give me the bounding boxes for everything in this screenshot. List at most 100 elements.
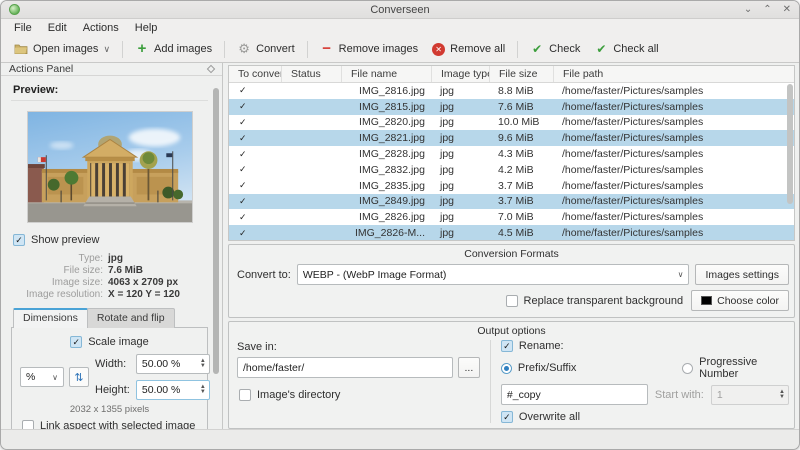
- browse-button[interactable]: ...: [457, 357, 480, 378]
- resolution-value: X = 120 Y = 120: [108, 289, 180, 300]
- reset-dimensions-button[interactable]: ⇅: [69, 367, 89, 387]
- row-file-name: IMG_2828.jpg: [359, 148, 425, 161]
- row-check-icon[interactable]: ✓: [229, 212, 281, 223]
- table-row[interactable]: ✓ IMG_2820.jpg jpg 10.0 MiB /home/faster…: [229, 115, 794, 131]
- panel-scrollbar[interactable]: [213, 88, 219, 374]
- prefix-suffix-radio[interactable]: [500, 362, 512, 374]
- remove-all-button[interactable]: ✕ Remove all: [425, 40, 512, 59]
- maximize-icon[interactable]: ⌃: [763, 4, 771, 15]
- menu-help[interactable]: Help: [128, 21, 165, 35]
- row-check-icon[interactable]: ✓: [229, 101, 281, 112]
- save-in-input[interactable]: [237, 357, 453, 378]
- row-file-path: /home/faster/Pictures/samples: [562, 195, 704, 208]
- row-check-icon[interactable]: ✓: [229, 164, 281, 175]
- row-file-path: /home/faster/Pictures/samples: [562, 211, 704, 224]
- rename-pattern-input[interactable]: [500, 384, 648, 405]
- progressive-number-radio[interactable]: [682, 362, 694, 374]
- actions-panel-body: Preview: ✓ Show preview Type: jpg File s…: [1, 76, 222, 442]
- check-button[interactable]: ✔ Check: [523, 39, 587, 59]
- format-select[interactable]: WEBP - (WebP Image Format) ∨: [296, 264, 690, 285]
- row-image-type: jpg: [440, 148, 455, 161]
- file-table: To convert Status File name Image type F…: [228, 65, 795, 241]
- table-row[interactable]: ✓ IMG_2826-M... jpg 4.5 MiB /home/faster…: [229, 225, 794, 240]
- unit-select[interactable]: % ∨: [20, 367, 64, 387]
- tab-dimensions[interactable]: Dimensions: [13, 308, 88, 328]
- panel-tabs: Dimensions Rotate and flip: [11, 308, 208, 328]
- row-image-type: jpg: [440, 116, 455, 129]
- replace-transparent-checkbox[interactable]: Replace transparent background: [505, 294, 683, 307]
- width-spinner[interactable]: 50.00 % ▲ ▼: [135, 354, 210, 374]
- height-spinner[interactable]: 50.00 % ▲ ▼: [135, 380, 210, 400]
- table-row[interactable]: ✓ IMG_2835.jpg jpg 3.7 MiB /home/faster/…: [229, 178, 794, 194]
- image-size-value: 4063 x 2709 px: [108, 277, 179, 288]
- menu-actions[interactable]: Actions: [76, 21, 126, 35]
- overwrite-all-checkbox[interactable]: ✓ Overwrite all: [500, 409, 789, 423]
- save-in-label: Save in:: [237, 341, 277, 353]
- row-image-type: jpg: [440, 84, 455, 97]
- table-row[interactable]: ✓ IMG_2816.jpg jpg 8.8 MiB /home/faster/…: [229, 83, 794, 99]
- conversion-formats-title: Conversion Formats: [464, 248, 559, 260]
- actions-panel-header: Actions Panel: [1, 63, 222, 76]
- table-row[interactable]: ✓ IMG_2828.jpg jpg 4.3 MiB /home/faster/…: [229, 146, 794, 162]
- table-row[interactable]: ✓ IMG_2821.jpg jpg 9.6 MiB /home/faster/…: [229, 130, 794, 147]
- images-directory-checkbox[interactable]: Image's directory: [237, 386, 480, 404]
- type-value: jpg: [108, 253, 123, 264]
- table-scrollbar[interactable]: [787, 84, 793, 204]
- convert-button[interactable]: ⚙ Convert: [230, 39, 302, 59]
- row-check-icon[interactable]: ✓: [229, 149, 281, 160]
- row-image-type: jpg: [440, 163, 455, 176]
- row-file-path: /home/faster/Pictures/samples: [562, 132, 704, 145]
- image-size-label: Image size:: [51, 277, 103, 288]
- conversion-formats-group: Conversion Formats Convert to: WEBP - (W…: [228, 244, 795, 318]
- title-bar[interactable]: Converseen ⌄ ⌃ ✕: [1, 1, 799, 19]
- file-table-header[interactable]: To convert Status File name Image type F…: [229, 66, 794, 83]
- minus-icon: −: [322, 40, 332, 57]
- header-file-size[interactable]: File size: [489, 66, 553, 82]
- rename-checkbox[interactable]: ✓ Rename:: [500, 340, 789, 352]
- row-check-icon[interactable]: ✓: [229, 133, 281, 144]
- checkbox-checked-icon: ✓: [13, 234, 25, 246]
- row-file-size: 3.7 MiB: [498, 179, 534, 192]
- check-all-button[interactable]: ✔ Check all: [587, 39, 665, 59]
- table-row[interactable]: ✓ IMG_2826.jpg jpg 7.0 MiB /home/faster/…: [229, 209, 794, 225]
- tab-rotate-and-flip[interactable]: Rotate and flip: [86, 308, 175, 328]
- gear-icon: ⚙: [238, 41, 250, 56]
- table-row[interactable]: ✓ IMG_2832.jpg jpg 4.2 MiB /home/faster/…: [229, 162, 794, 178]
- resulting-pixels-note: 2032 x 1355 pixels: [69, 404, 150, 415]
- show-preview-checkbox[interactable]: ✓ Show preview: [11, 231, 208, 249]
- close-icon[interactable]: ✕: [783, 4, 791, 15]
- choose-color-button[interactable]: Choose color: [691, 290, 789, 311]
- spinner-arrows-icon[interactable]: ▲ ▼: [197, 384, 209, 395]
- start-with-spinner[interactable]: 1 ▲ ▼: [710, 384, 789, 405]
- header-file-path[interactable]: File path: [553, 66, 794, 82]
- menu-file[interactable]: File: [7, 21, 39, 35]
- header-file-name[interactable]: File name: [341, 66, 431, 82]
- table-row[interactable]: ✓ IMG_2849.jpg jpg 3.7 MiB /home/faster/…: [229, 193, 794, 210]
- row-check-icon[interactable]: ✓: [229, 228, 281, 239]
- header-to-convert[interactable]: To convert: [229, 66, 281, 82]
- remove-images-button[interactable]: − Remove images: [313, 39, 425, 59]
- scale-image-checkbox[interactable]: ✓ Scale image: [20, 334, 199, 354]
- row-image-type: jpg: [440, 227, 455, 240]
- row-image-type: jpg: [440, 211, 455, 224]
- table-row[interactable]: ✓ IMG_2815.jpg jpg 7.6 MiB /home/faster/…: [229, 98, 794, 115]
- row-file-name: IMG_2849.jpg: [359, 195, 425, 208]
- row-file-size: 4.3 MiB: [498, 148, 534, 161]
- spinner-arrows-icon[interactable]: ▲ ▼: [197, 358, 209, 369]
- row-check-icon[interactable]: ✓: [229, 180, 281, 191]
- header-image-type[interactable]: Image type: [431, 66, 489, 82]
- check-all-icon: ✔: [596, 42, 607, 56]
- row-file-name: IMG_2826-M...: [354, 227, 425, 240]
- header-status[interactable]: Status: [281, 66, 341, 82]
- toolbar-separator: [306, 40, 308, 58]
- row-check-icon[interactable]: ✓: [229, 85, 281, 96]
- open-images-button[interactable]: Open images ∨: [7, 39, 117, 59]
- images-settings-button[interactable]: Images settings: [695, 264, 789, 285]
- toolbar-separator: [224, 40, 226, 58]
- float-panel-icon[interactable]: [206, 64, 216, 74]
- minimize-icon[interactable]: ⌄: [744, 4, 752, 15]
- row-check-icon[interactable]: ✓: [229, 196, 281, 207]
- menu-edit[interactable]: Edit: [41, 21, 74, 35]
- row-check-icon[interactable]: ✓: [229, 117, 281, 128]
- add-images-button[interactable]: + Add images: [128, 39, 219, 59]
